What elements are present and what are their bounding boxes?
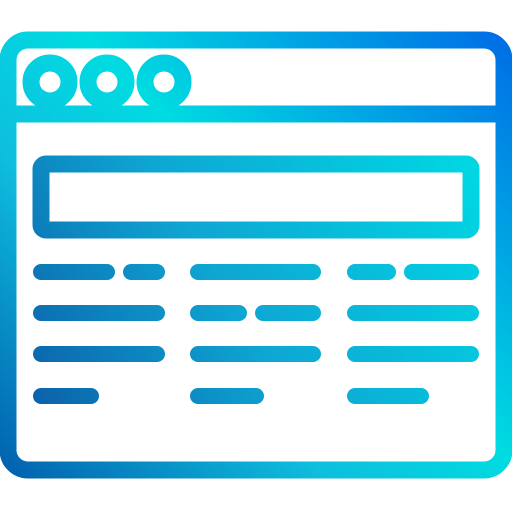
address-bar (32, 155, 480, 239)
content-placeholder-lines (33, 264, 479, 404)
window-frame (0, 31, 512, 479)
browser-window-icon (0, 0, 512, 512)
browser-window-icon-svg (0, 31, 512, 479)
window-dot-2 (79, 54, 135, 110)
window-dot-3 (136, 54, 192, 110)
window-dot-1 (22, 54, 78, 110)
